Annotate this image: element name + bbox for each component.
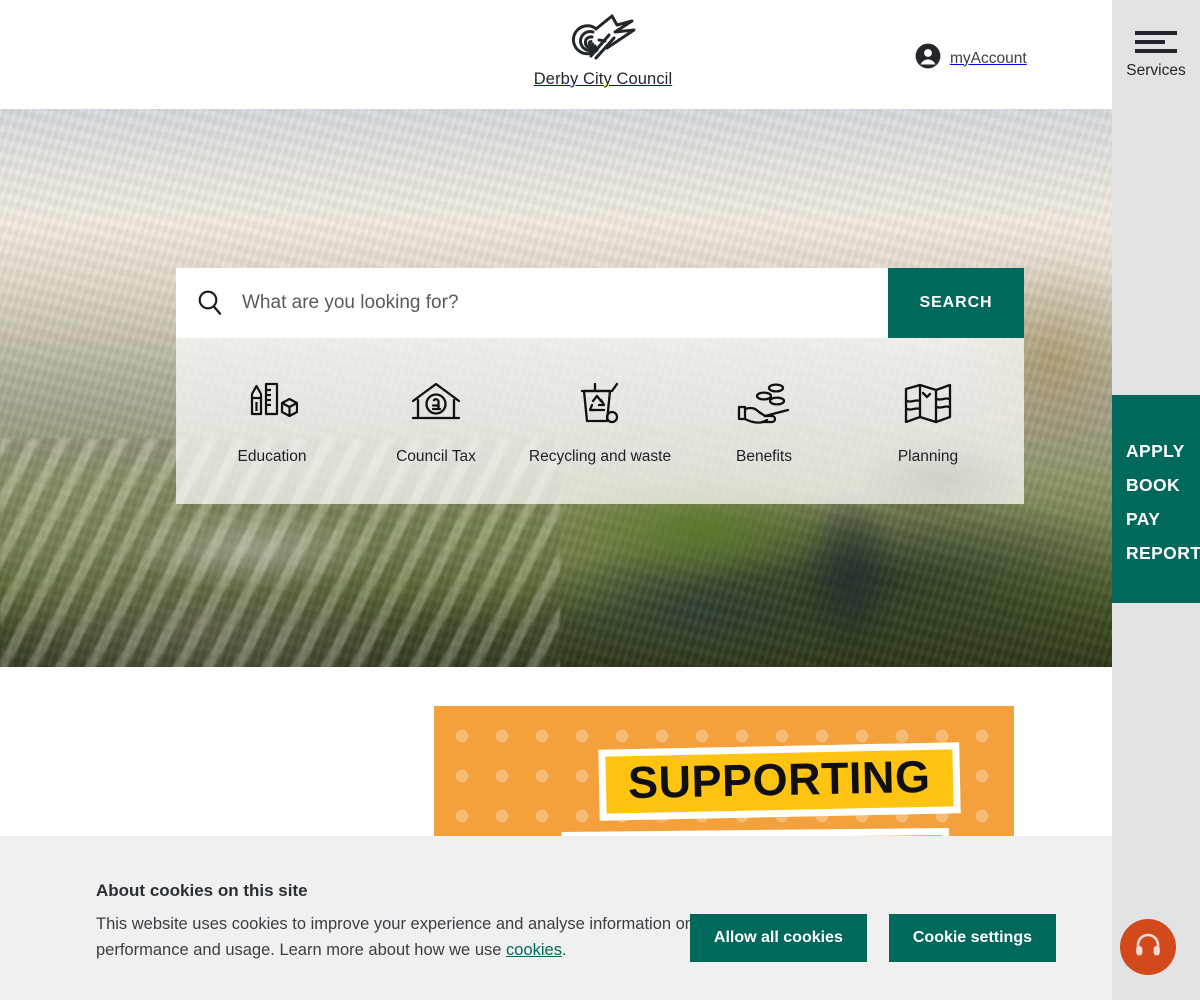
search-bar: SEARCH <box>176 268 1024 338</box>
site-header: Derby City Council myAccount <box>0 0 1112 109</box>
headphones-icon <box>1133 930 1163 965</box>
hand-coins-icon <box>682 376 846 432</box>
cookies-policy-link[interactable]: cookies <box>506 941 562 959</box>
quick-link-council-tax[interactable]: Council Tax <box>354 376 518 466</box>
quick-actions-tab[interactable]: APPLY BOOK PAY REPORT <box>1112 395 1200 603</box>
quick-link-recycling-and-waste[interactable]: Recycling and waste <box>518 376 682 466</box>
quick-links-row: Education Council Tax Recycling and wast… <box>176 338 1024 504</box>
recycling-bin-icon <box>518 376 682 432</box>
promo-headline-1: SUPPORTING <box>627 750 932 809</box>
quick-link-label: Benefits <box>735 448 792 465</box>
search-icon <box>176 268 236 338</box>
house-pound-icon <box>354 376 518 432</box>
search-input[interactable] <box>236 268 888 338</box>
services-rail: Services APPLY BOOK PAY REPORT <box>1112 0 1200 1000</box>
cookie-text-block: About cookies on this site This website … <box>96 881 776 963</box>
cookie-body-text-2: . <box>561 941 567 959</box>
hamburger-menu-icon <box>1135 29 1177 55</box>
accessibility-toolbar-button[interactable] <box>1120 919 1176 975</box>
action-report[interactable]: REPORT <box>1126 536 1200 570</box>
quick-link-benefits[interactable]: Benefits <box>682 376 846 466</box>
quick-link-label: Recycling and waste <box>528 448 672 465</box>
ram-head-logo-icon <box>528 8 678 70</box>
cookie-banner-body: This website uses cookies to improve you… <box>96 911 776 963</box>
search-button[interactable]: SEARCH <box>888 268 1024 338</box>
quick-link-education[interactable]: Education <box>190 376 354 466</box>
services-menu-label: Services <box>1126 62 1186 79</box>
action-book[interactable]: BOOK <box>1126 468 1200 502</box>
action-apply[interactable]: APPLY <box>1126 434 1200 468</box>
pencil-ruler-cube-icon <box>190 376 354 432</box>
quick-link-label: Education <box>237 448 307 465</box>
search-panel: SEARCH <box>176 268 1024 504</box>
promo-headline-box-1: SUPPORTING <box>598 742 961 821</box>
cookie-banner: About cookies on this site This website … <box>0 836 1112 1000</box>
services-menu-button[interactable]: Services <box>1112 0 1200 109</box>
action-pay[interactable]: PAY <box>1126 502 1200 536</box>
myaccount-link[interactable]: myAccount <box>915 43 1027 74</box>
allow-all-cookies-button[interactable]: Allow all cookies <box>689 914 867 962</box>
folded-map-icon <box>846 376 1010 432</box>
quick-link-label: Planning <box>897 448 959 465</box>
site-logo[interactable]: Derby City Council <box>528 8 678 89</box>
page-root: SEARCH <box>0 0 1200 1000</box>
quick-link-planning[interactable]: Planning <box>846 376 1010 466</box>
user-avatar-icon <box>915 43 941 74</box>
cookie-body-text-1: This website uses cookies to improve you… <box>96 915 725 959</box>
cookie-actions: Allow all cookies Cookie settings <box>689 914 1056 962</box>
cookie-banner-title: About cookies on this site <box>96 881 308 900</box>
myaccount-label: myAccount <box>950 49 1027 67</box>
site-logo-text: Derby City Council <box>533 70 673 88</box>
quick-link-label: Council Tax <box>396 448 476 465</box>
cookie-settings-button[interactable]: Cookie settings <box>888 914 1056 962</box>
